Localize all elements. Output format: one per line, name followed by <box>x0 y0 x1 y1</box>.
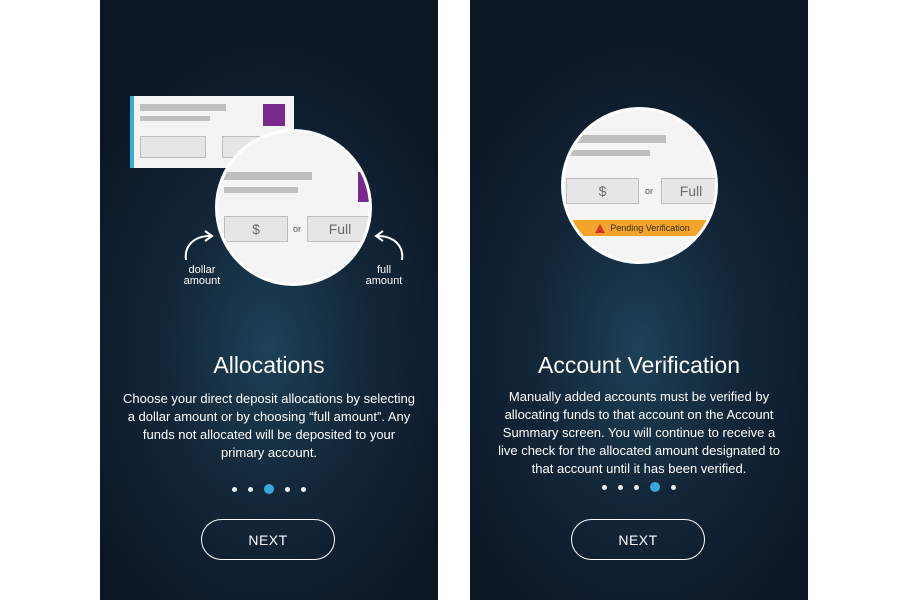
pending-verification-text: Pending Verification <box>610 223 690 233</box>
pagination-dots <box>100 483 438 495</box>
page-dot-1[interactable] <box>232 486 237 492</box>
page-dot-4[interactable] <box>285 486 290 492</box>
next-button[interactable]: NEXT <box>201 519 335 560</box>
card-dollar-box <box>140 136 206 158</box>
page-dot-2[interactable] <box>618 484 623 490</box>
full-amount-box: Full <box>307 216 369 242</box>
page-dot-5[interactable] <box>301 486 306 492</box>
full-amount-label: full amount <box>356 265 412 287</box>
dollar-amount-box: $ <box>224 216 288 242</box>
screen-title: Allocations <box>213 352 325 378</box>
page-dot-3-active[interactable] <box>264 484 274 494</box>
card-purple-tag <box>263 104 285 126</box>
left-curved-arrow-icon <box>184 230 214 261</box>
page-dot-2[interactable] <box>248 486 253 492</box>
page-dot-1[interactable] <box>602 484 607 490</box>
page-dot-3[interactable] <box>634 484 639 490</box>
card-line <box>224 172 312 180</box>
page-dot-4-active[interactable] <box>650 482 660 492</box>
screen-title: Account Verification <box>537 352 740 378</box>
screen-description: Manually added accounts must be verified… <box>498 389 780 476</box>
pending-verification-banner: Pending Verification <box>564 220 715 236</box>
card-line <box>570 135 666 143</box>
next-button[interactable]: NEXT <box>571 519 705 560</box>
allocation-illustration: $ or Full dollar amount full amount <box>100 0 438 300</box>
or-label: or <box>645 186 654 196</box>
card-line <box>570 150 650 156</box>
card-purple-tag <box>358 172 369 202</box>
dollar-amount-label-line2: amount <box>183 275 221 287</box>
screen-description: Choose your direct deposit allocations b… <box>123 391 415 460</box>
onboarding-screen-account-verification: $ or Full Pending Verification Account V… <box>470 0 808 600</box>
dollar-amount-box: $ <box>566 178 639 204</box>
full-amount-box: Full <box>661 178 715 204</box>
magnifier-circle: $ or Full Pending Verification <box>561 107 718 264</box>
pagination-dots <box>470 481 808 493</box>
card-line <box>140 116 210 121</box>
or-label: or <box>293 224 302 234</box>
dollar-amount-label: dollar amount <box>174 265 230 287</box>
page-dot-5[interactable] <box>671 484 676 490</box>
warning-icon <box>595 223 606 233</box>
magnifier-circle: $ or Full <box>215 129 372 286</box>
card-blue-edge <box>130 96 134 168</box>
verification-illustration: $ or Full Pending Verification <box>470 0 808 300</box>
full-amount-label-line2: amount <box>365 275 403 287</box>
onboarding-screen-allocations: $ or Full dollar amount full amount Allo… <box>100 0 438 600</box>
card-line <box>224 187 298 193</box>
right-curved-arrow-icon <box>374 230 404 261</box>
card-line <box>140 104 226 111</box>
